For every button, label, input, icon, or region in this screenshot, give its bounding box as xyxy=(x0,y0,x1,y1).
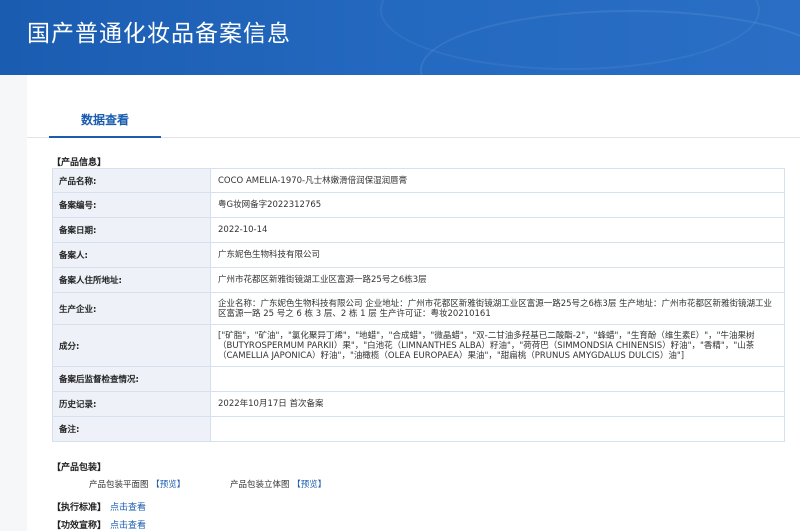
row-value xyxy=(210,416,785,442)
header-banner: 国产普通化妆品备案信息 xyxy=(0,0,800,75)
table-row: 历史记录: 2022年10月17日 首次备案 xyxy=(52,391,785,417)
packaging-flat-preview-link[interactable]: 【预览】 xyxy=(151,480,185,490)
row-value: 广州市花都区新雅街镜湖工业区富源一路25号之6栋3层 xyxy=(210,267,785,293)
packaging-solid: 产品包装立体图 【预览】 xyxy=(230,478,326,490)
section-product-info: 【产品信息】 xyxy=(52,158,107,168)
row-value: 粤G妆网备字2022312765 xyxy=(210,192,785,218)
table-row: 成分: ["矿脂"，"矿油"，"氯化聚异丁烯"，"地蜡"，"合成蜡"，"微晶蜡"… xyxy=(52,324,785,367)
table-row: 备案人: 广东妮色生物科技有限公司 xyxy=(52,242,785,268)
row-key: 备案日期: xyxy=(52,217,211,243)
table-row: 备注: xyxy=(52,416,785,442)
table-row: 备案后监督检查情况: xyxy=(52,366,785,392)
page-title: 国产普通化妆品备案信息 xyxy=(27,21,291,47)
page-body: 数据查看 【产品信息】 产品名称: COCO AMELIA-1970-凡士林嫩滑… xyxy=(0,75,800,531)
packaging-flat-label: 产品包装平面图 xyxy=(89,480,149,490)
row-value: 广东妮色生物科技有限公司 xyxy=(210,242,785,268)
row-key: 备案人住所地址: xyxy=(52,267,211,293)
product-info-table: 产品名称: COCO AMELIA-1970-凡士林嫩滑倍润保湿润唇膏 备案编号… xyxy=(52,168,785,442)
section-packaging: 【产品包装】 xyxy=(52,463,107,473)
row-value: 企业名称：广东妮色生物科技有限公司 企业地址：广州市花都区新雅街镜湖工业区富源一… xyxy=(210,292,785,325)
tab-data-view[interactable]: 数据查看 xyxy=(49,105,161,138)
row-value: COCO AMELIA-1970-凡士林嫩滑倍润保湿润唇膏 xyxy=(210,168,785,193)
table-row: 产品名称: COCO AMELIA-1970-凡士林嫩滑倍润保湿润唇膏 xyxy=(52,168,785,193)
section-standard: 【执行标准】 点击查看 xyxy=(52,500,146,513)
efficacy-view-link[interactable]: 点击查看 xyxy=(110,521,146,531)
efficacy-label: 【功效宣称】 xyxy=(52,521,107,531)
row-key: 产品名称: xyxy=(52,168,211,193)
table-row: 备案日期: 2022-10-14 xyxy=(52,217,785,243)
packaging-solid-label: 产品包装立体图 xyxy=(230,480,290,490)
row-value xyxy=(210,366,785,392)
standard-view-link[interactable]: 点击查看 xyxy=(110,503,146,513)
tab-bar: 数据查看 xyxy=(27,105,800,138)
table-row: 备案人住所地址: 广州市花都区新雅街镜湖工业区富源一路25号之6栋3层 xyxy=(52,267,785,293)
row-value: 2022-10-14 xyxy=(210,217,785,243)
table-row: 生产企业: 企业名称：广东妮色生物科技有限公司 企业地址：广州市花都区新雅街镜湖… xyxy=(52,292,785,325)
row-key: 备案后监督检查情况: xyxy=(52,366,211,392)
content-card: 数据查看 【产品信息】 产品名称: COCO AMELIA-1970-凡士林嫩滑… xyxy=(27,75,800,531)
standard-label: 【执行标准】 xyxy=(52,503,107,513)
packaging-flat: 产品包装平面图 【预览】 xyxy=(89,478,185,490)
row-key: 备注: xyxy=(52,416,211,442)
row-key: 备案人: xyxy=(52,242,211,268)
row-value: ["矿脂"，"矿油"，"氯化聚异丁烯"，"地蜡"，"合成蜡"，"微晶蜡"，"双-… xyxy=(210,324,785,367)
section-efficacy: 【功效宣称】 点击查看 xyxy=(52,518,146,531)
row-key: 历史记录: xyxy=(52,391,211,417)
packaging-solid-preview-link[interactable]: 【预览】 xyxy=(292,480,326,490)
table-row: 备案编号: 粤G妆网备字2022312765 xyxy=(52,192,785,218)
row-key: 成分: xyxy=(52,324,211,367)
row-key: 生产企业: xyxy=(52,292,211,325)
row-value: 2022年10月17日 首次备案 xyxy=(210,391,785,417)
row-key: 备案编号: xyxy=(52,192,211,218)
